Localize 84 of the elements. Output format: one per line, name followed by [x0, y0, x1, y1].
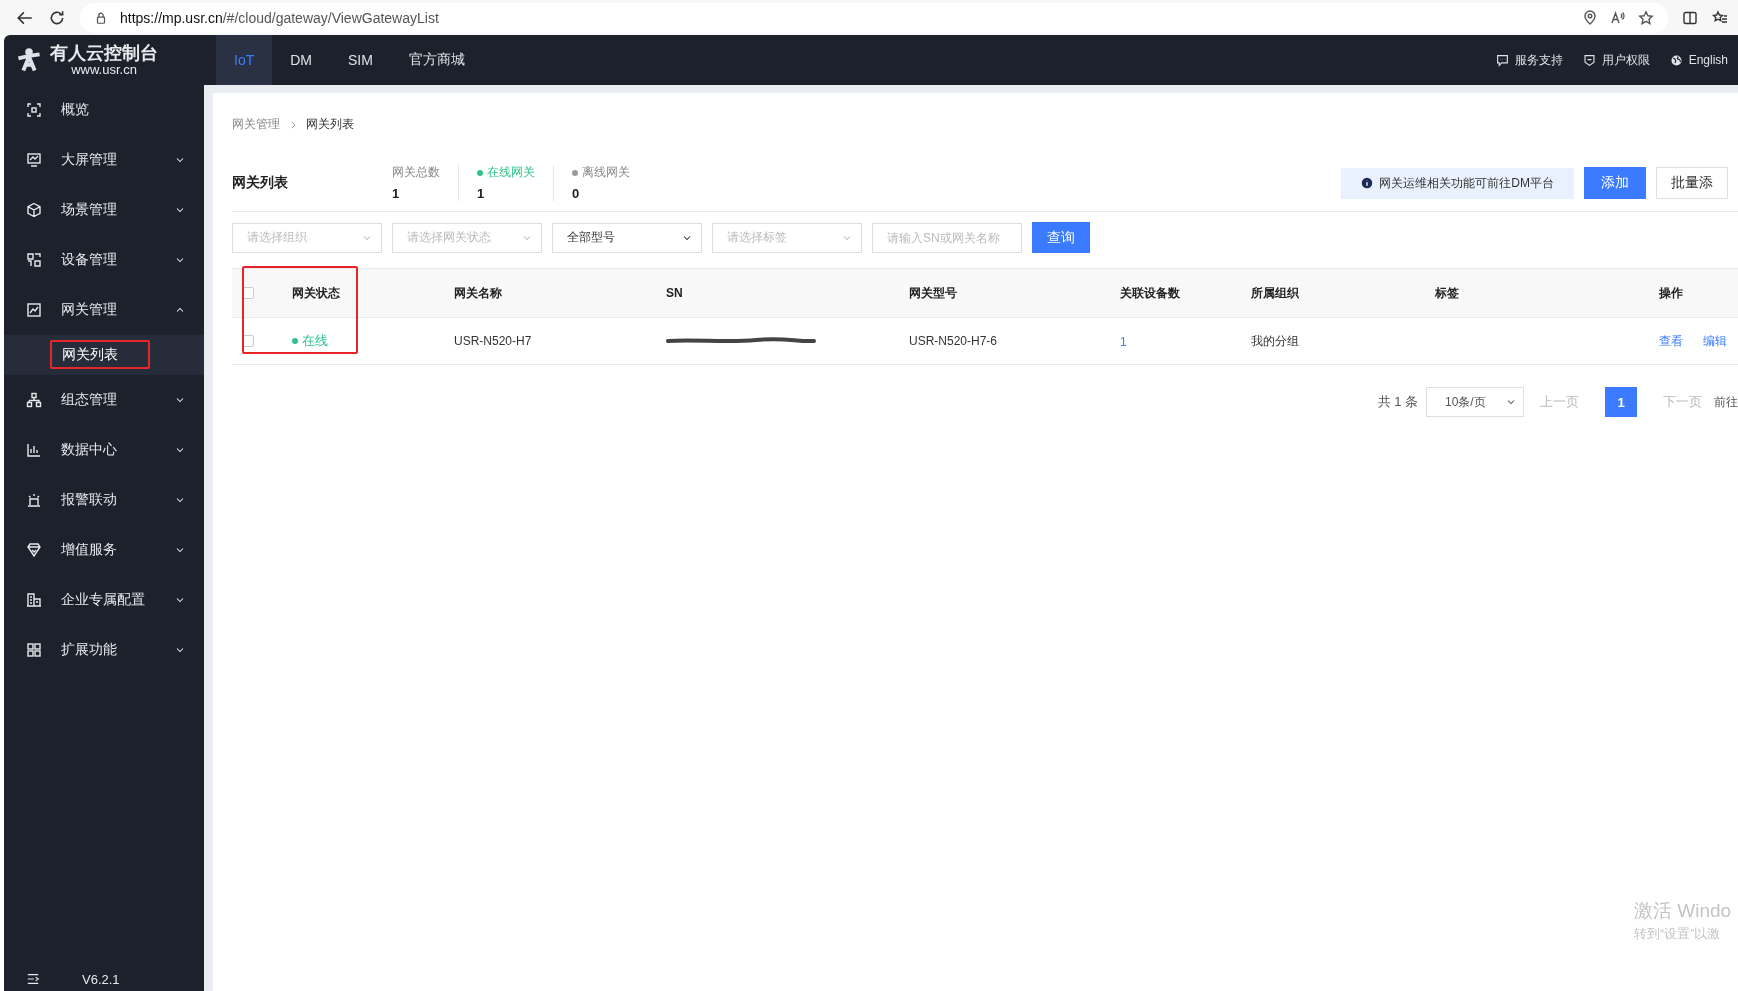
read-aloud-icon [1610, 9, 1626, 26]
header-link[interactable]: 服务支持 [1485, 35, 1573, 85]
favorites-icon [1712, 9, 1728, 26]
stat-label: 网关总数 [392, 165, 440, 180]
sidebar-item[interactable]: 增值服务 [4, 525, 204, 575]
sidebar-item[interactable]: 报警联动 [4, 475, 204, 525]
reload-icon [48, 8, 66, 27]
person-logo-icon [16, 47, 42, 73]
column-header: 关联设备数 [1120, 284, 1181, 302]
total-count: 共 1 条 [1377, 393, 1418, 411]
header-link[interactable]: English [1659, 35, 1738, 85]
activation-notice: 激活 Windo [1634, 899, 1733, 923]
sidebar-item[interactable]: 数据中心 [4, 425, 204, 475]
page-size-dropdown[interactable]: 10条/页 [1426, 387, 1524, 417]
location-pin-icon [1582, 9, 1598, 26]
filter-dropdown[interactable]: 全部型号 [552, 222, 702, 253]
chart-icon [26, 302, 42, 318]
chevron-right-icon [288, 119, 298, 130]
column-header: SN [666, 286, 684, 300]
breadcrumb-item: 网关列表 [306, 116, 354, 133]
cube-icon [26, 202, 42, 218]
column-header: 操作 [1659, 284, 1684, 302]
row-action-link[interactable]: 编辑 [1703, 332, 1727, 350]
hierarchy-icon [26, 392, 42, 408]
lock-icon [94, 10, 108, 25]
breadcrumb-item[interactable]: 网关管理 [232, 116, 280, 133]
sidebar-item[interactable]: 网关管理 [4, 285, 204, 335]
version-label: V6.2.1 [82, 971, 120, 987]
column-header: 网关状态 [292, 284, 341, 302]
nav-tab[interactable]: SIM [330, 35, 391, 85]
chat-icon [1495, 53, 1509, 67]
activation-hint: 转到“设置”以激 [1634, 926, 1722, 943]
split-screen-icon [1682, 9, 1698, 26]
notice-text: 网关运维相关功能可前往DM平台 [1379, 174, 1554, 192]
shield-icon [1582, 53, 1596, 67]
query-button[interactable]: 查询 [1032, 222, 1090, 253]
diamond-icon [26, 542, 42, 558]
column-header: 网关名称 [454, 284, 503, 302]
sidebar-item[interactable]: 企业专属配置 [4, 575, 204, 625]
goto-label: 前往 [1714, 393, 1738, 411]
globe-icon [1669, 53, 1683, 67]
status-label: 在线 [292, 332, 454, 350]
address-bar[interactable]: https://mp.usr.cn/#/cloud/gateway/ViewGatewayList [80, 2, 1668, 33]
device-count-link[interactable]: 1 [1120, 334, 1127, 349]
stat-label: 离线网关 [572, 165, 630, 180]
stat-value: 1 [392, 186, 401, 201]
monitor-icon [26, 152, 42, 168]
row-action-link[interactable]: 查看 [1659, 332, 1683, 350]
info-icon [1361, 177, 1374, 189]
batch-button[interactable]: 批量添 [1656, 167, 1728, 199]
url-text: https://mp.usr.cn/#/cloud/gateway/ViewGatewayList [120, 9, 439, 26]
bar-chart-icon [26, 442, 42, 458]
grid-icon [26, 642, 42, 658]
focus-icon [26, 102, 42, 118]
stat-value: 0 [572, 186, 581, 201]
column-header: 所属组织 [1251, 284, 1300, 302]
stat-label: 在线网关 [477, 165, 535, 180]
star-icon [1638, 9, 1654, 26]
add-button[interactable]: 添加 [1584, 167, 1646, 199]
sidebar-item[interactable]: 扩展功能 [4, 625, 204, 675]
page-title: 网关列表 [232, 174, 289, 192]
nav-tab[interactable]: DM [272, 35, 330, 85]
site-address: www.usr.cn [71, 62, 137, 77]
stat-value: 1 [477, 186, 486, 201]
collapse-menu-icon [26, 972, 40, 986]
table-cell-text: USR-N520-H7 [454, 334, 533, 348]
column-header: 标签 [1435, 284, 1460, 302]
blocks-icon [26, 252, 42, 268]
sidebar-item[interactable]: 大屏管理 [4, 135, 204, 185]
column-header: 网关型号 [909, 284, 958, 302]
beacon-icon [26, 492, 42, 508]
page-number[interactable]: 1 [1605, 387, 1637, 417]
app-title: 有人云控制台 [50, 43, 158, 63]
nav-tab[interactable]: 官方商城 [390, 35, 483, 85]
sidebar-item[interactable]: 设备管理 [4, 235, 204, 285]
table-cell-text: 我的分组 [1251, 332, 1300, 350]
header-link[interactable]: 用户权限 [1572, 35, 1660, 85]
building-icon [26, 592, 42, 608]
sidebar-item[interactable]: 概览 [4, 85, 204, 135]
table-cell-text: USR-N520-H7-6 [909, 334, 999, 348]
search-field[interactable]: 请输入SN或网关名称 [872, 222, 1022, 253]
sidebar-subitem[interactable]: 网关列表 [4, 335, 204, 375]
sidebar-item[interactable]: 场景管理 [4, 185, 204, 235]
sidebar-item[interactable]: 组态管理 [4, 375, 204, 425]
